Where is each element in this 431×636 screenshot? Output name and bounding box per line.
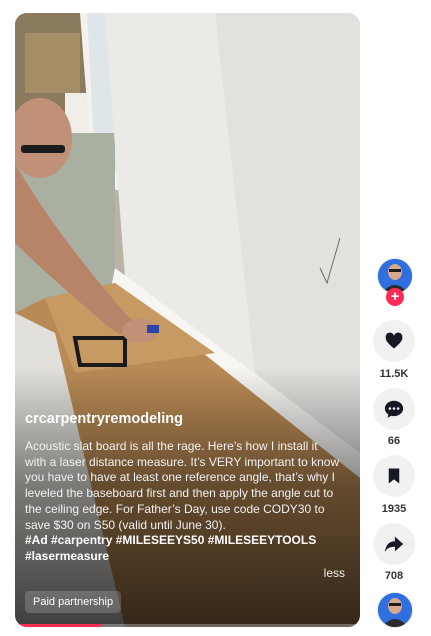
creator-username[interactable]: crcarpentryremodeling xyxy=(25,411,183,427)
sound-avatar[interactable] xyxy=(377,592,413,628)
like-count: 11.5K xyxy=(379,368,409,380)
heart-icon xyxy=(385,332,403,349)
caption-text: Acoustic slat board is all the rage. Her… xyxy=(25,439,340,532)
comment-button[interactable] xyxy=(373,388,415,430)
video-player[interactable]: crcarpentryremodeling Acoustic slat boar… xyxy=(15,13,360,627)
video-progress-bar[interactable] xyxy=(15,624,360,627)
like-button[interactable] xyxy=(373,320,415,362)
follow-button[interactable]: + xyxy=(386,288,404,306)
share-button[interactable] xyxy=(373,523,415,565)
video-caption: Acoustic slat board is all the rage. Her… xyxy=(25,439,340,565)
comment-count: 66 xyxy=(387,435,401,447)
share-count: 708 xyxy=(384,570,404,582)
less-button[interactable]: less xyxy=(324,566,345,580)
sound-avatar-image xyxy=(378,593,412,627)
caption-hashtags[interactable]: #Ad #carpentry #MILESEEYS50 #MILESEEYTOO… xyxy=(25,533,340,564)
plus-icon: + xyxy=(390,288,400,305)
video-progress-fill xyxy=(15,624,102,627)
share-icon xyxy=(384,536,404,553)
save-button[interactable] xyxy=(373,455,415,497)
save-count: 1935 xyxy=(381,503,407,515)
comment-icon xyxy=(384,400,404,418)
paid-partnership-badge: Paid partnership xyxy=(25,591,122,613)
bookmark-icon xyxy=(388,468,400,484)
